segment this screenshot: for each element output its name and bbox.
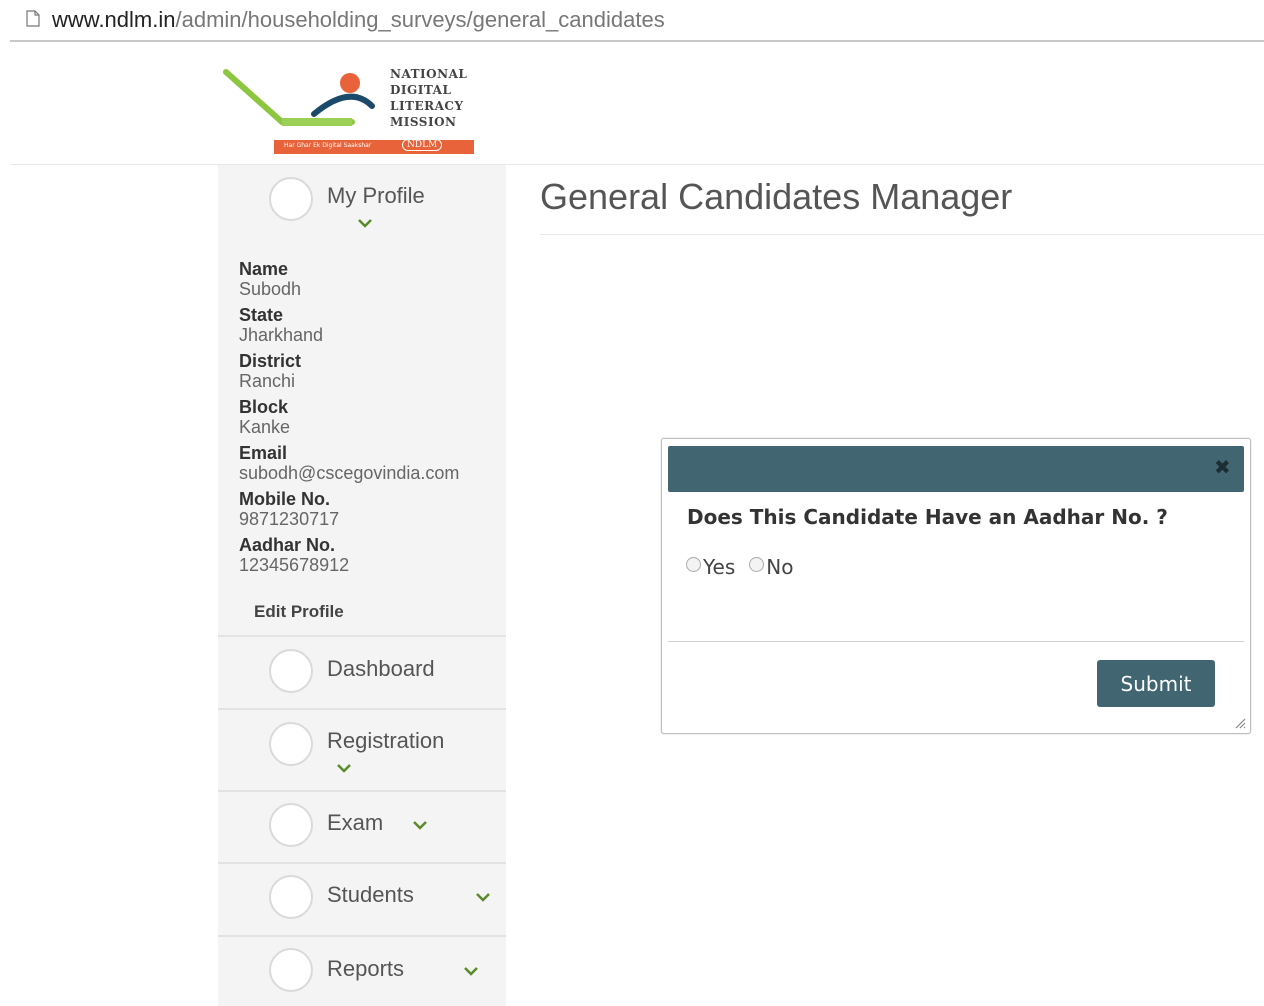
profile-field-block: Block Kanke [239,397,291,437]
sidebar-divider [218,708,506,710]
profile-field-email: Email subodh@cscegovindia.com [239,443,460,483]
resize-grip-icon[interactable] [1234,717,1246,729]
profile-field-aadhar: Aadhar No. 12345678912 [239,535,350,575]
radio-no[interactable] [749,557,765,572]
radio-option-no[interactable]: No [749,555,794,579]
radio-option-yes[interactable]: Yes [686,555,735,579]
aadhar-radio-group: Yes No [686,555,808,579]
profile-field-mobile: Mobile No. 9871230717 [239,489,340,529]
sidebar-item-label: Registration [327,728,445,753]
sidebar-divider [218,790,506,792]
submit-button[interactable]: Submit [1097,660,1215,707]
chevron-down-icon[interactable] [336,763,352,773]
students-icon [269,875,313,919]
chevron-down-icon[interactable] [475,892,491,902]
chevron-down-icon[interactable] [412,820,428,830]
address-bar[interactable]: www.ndlm.in/admin/householding_surveys/g… [10,0,1264,42]
profile-details: Name Subodh State Jharkhand District Ran… [239,259,499,581]
sidebar-divider [218,935,506,937]
close-icon[interactable]: ✖ [1214,457,1231,477]
edit-profile-link[interactable]: Edit Profile [254,602,344,622]
sidebar-item-label: Dashboard [327,656,435,681]
sidebar-item-label: Exam [327,810,384,835]
radio-no-label: No [766,555,794,579]
logo-wordmark: NATIONAL DIGITAL LITERACY MISSION [390,67,468,129]
title-divider [540,234,1264,235]
aadhar-dialog: ✖ Does This Candidate Have an Aadhar No.… [661,438,1251,734]
registration-icon [269,722,313,766]
url-path: /admin/householding_surveys/general_cand… [175,7,665,32]
profile-field-district: District Ranchi [239,351,302,391]
profile-field-name: Name Subodh [239,259,302,299]
dialog-question: Does This Candidate Have an Aadhar No. ? [687,505,1168,529]
chevron-down-icon[interactable] [463,966,479,976]
radio-yes-label: Yes [703,555,736,579]
dashboard-icon [269,649,313,693]
dialog-titlebar[interactable]: ✖ [668,446,1244,492]
sidebar-item-label: Students [327,882,414,907]
document-icon [26,10,40,27]
sidebar-item-label: Reports [327,956,405,981]
radio-yes[interactable] [686,557,701,572]
avatar-circle-icon [269,177,313,221]
exam-icon [269,803,313,847]
profile-field-state: State Jharkhand [239,305,324,345]
chevron-down-icon[interactable] [357,218,373,228]
logo-tagline: Har Ghar Ek Digital Saakshar [284,142,372,149]
url-host: www.ndlm.in [52,7,176,32]
header-divider [10,164,1264,165]
reports-icon [269,948,313,992]
sidebar: My Profile Name Subodh State Jharkhand D… [218,165,506,1006]
logo-badge: NDLM [402,139,443,151]
page-title: General Candidates Manager [540,176,1013,217]
ndlm-logo[interactable]: NATIONAL DIGITAL LITERACY MISSION Har Gh… [222,62,478,158]
dialog-divider [668,641,1244,642]
url-text[interactable]: www.ndlm.in/admin/householding_surveys/g… [52,7,665,33]
sidebar-divider [218,862,506,864]
sidebar-divider [218,635,506,637]
sidebar-item-label: My Profile [327,183,425,208]
